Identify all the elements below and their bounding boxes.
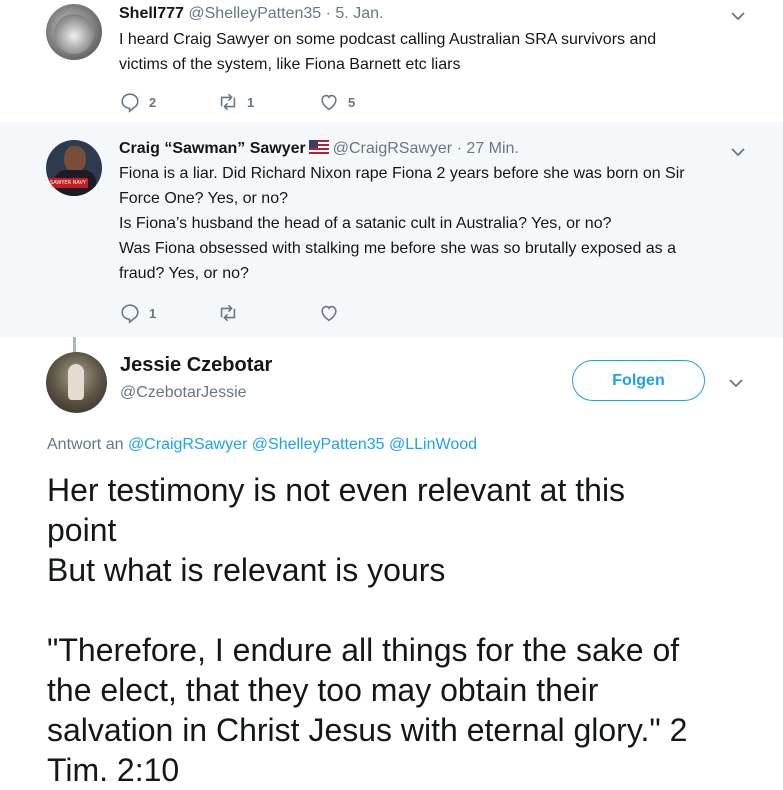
tweet-line: I heard Craig Sawyer on some podcast cal… bbox=[119, 31, 657, 48]
tweet-line: salvation in Christ Jesus with eternal g… bbox=[47, 712, 688, 748]
tweet-shell777[interactable]: Shell777 @ShelleyPatten35 · 5. Jan. I he… bbox=[0, 0, 783, 122]
reply-prefix: Antwort an bbox=[47, 436, 124, 453]
tweet-line: victims of the system, like Fiona Barnet… bbox=[119, 56, 461, 73]
retweet-button[interactable] bbox=[217, 302, 247, 324]
tweet-line: Is Fiona’s husband the head of a satanic… bbox=[119, 215, 612, 232]
follow-button[interactable]: Folgen bbox=[572, 360, 705, 401]
chevron-down-icon[interactable] bbox=[728, 377, 744, 389]
reply-count: 2 bbox=[149, 94, 157, 110]
tweet-line: the elect, that they too may obtain thei… bbox=[47, 672, 599, 708]
like-button[interactable] bbox=[318, 302, 348, 324]
heart-icon bbox=[321, 94, 337, 111]
handle[interactable]: @CraigRSawyer bbox=[333, 140, 452, 157]
timestamp[interactable]: 5. Jan. bbox=[335, 5, 383, 22]
reply-icon bbox=[121, 304, 139, 324]
mention-link[interactable]: @CraigRSawyer bbox=[128, 436, 247, 453]
tweet-text: Fiona is a liar. Did Richard Nixon rape … bbox=[119, 161, 685, 286]
chevron-down-icon[interactable] bbox=[730, 146, 746, 158]
tweet-line: fraud? Yes, or no? bbox=[119, 265, 249, 282]
avatar[interactable] bbox=[46, 4, 102, 60]
handle[interactable]: @ShelleyPatten35 bbox=[188, 5, 321, 22]
reply-button[interactable]: 1 bbox=[119, 302, 156, 324]
tweet-line: Force One? Yes, or no? bbox=[119, 190, 288, 207]
avatar[interactable]: SAWYER NAVY SEAL bbox=[46, 140, 102, 196]
avatar-banner: SAWYER NAVY SEAL bbox=[48, 178, 88, 188]
avatar[interactable] bbox=[46, 352, 107, 413]
mention-link[interactable]: @LLinWood bbox=[389, 436, 477, 453]
main-tweet-text: Her testimony is not even relevant at th… bbox=[47, 470, 767, 790]
tweet-line: point bbox=[47, 512, 117, 548]
tweet-line: Tim. 2:10 bbox=[47, 752, 180, 788]
retweet-icon bbox=[220, 304, 236, 322]
separator: · bbox=[456, 140, 462, 157]
tweet-header: Shell777 @ShelleyPatten35 · 5. Jan. bbox=[119, 5, 383, 23]
us-flag-icon bbox=[308, 140, 329, 154]
tweet-text: I heard Craig Sawyer on some podcast cal… bbox=[119, 27, 656, 77]
reply-button[interactable]: 2 bbox=[119, 91, 156, 113]
display-name[interactable]: Shell777 bbox=[119, 5, 184, 22]
like-count: 5 bbox=[348, 94, 356, 110]
reply-icon bbox=[121, 93, 139, 113]
chevron-down-icon[interactable] bbox=[730, 10, 746, 22]
reply-context: Antwort an @CraigRSawyer @ShelleyPatten3… bbox=[47, 436, 477, 454]
tweet-header: Craig “Sawman” Sawyer @CraigRSawyer · 27… bbox=[119, 140, 519, 158]
tweet-actions: 1 bbox=[119, 302, 519, 326]
tweet-actions: 2 1 5 bbox=[119, 91, 519, 115]
retweet-count: 1 bbox=[247, 94, 255, 110]
like-button[interactable]: 5 bbox=[318, 91, 355, 113]
tweet-line: Fiona is a liar. Did Richard Nixon rape … bbox=[119, 165, 685, 182]
timestamp[interactable]: 27 Min. bbox=[466, 140, 518, 157]
tweet-line: Her testimony is not even relevant at th… bbox=[47, 472, 626, 508]
separator: · bbox=[325, 5, 331, 22]
tweet-line: Was Fiona obsessed with stalking me befo… bbox=[119, 240, 677, 257]
reply-count: 1 bbox=[149, 305, 157, 321]
tweet-line bbox=[47, 590, 767, 630]
tweet-line: "Therefore, I endure all things for the … bbox=[47, 632, 680, 668]
heart-icon bbox=[321, 305, 337, 322]
tweet-line: But what is relevant is yours bbox=[47, 552, 446, 588]
mention-link[interactable]: @ShelleyPatten35 bbox=[252, 436, 385, 453]
retweet-button[interactable]: 1 bbox=[217, 91, 254, 113]
retweet-icon bbox=[220, 93, 236, 111]
tweet-craig-sawyer[interactable]: SAWYER NAVY SEAL Craig “Sawman” Sawyer @… bbox=[0, 122, 783, 337]
handle[interactable]: @CzebotarJessie bbox=[120, 384, 247, 402]
display-name[interactable]: Craig “Sawman” Sawyer bbox=[119, 140, 306, 157]
display-name[interactable]: Jessie Czebotar bbox=[120, 354, 272, 377]
